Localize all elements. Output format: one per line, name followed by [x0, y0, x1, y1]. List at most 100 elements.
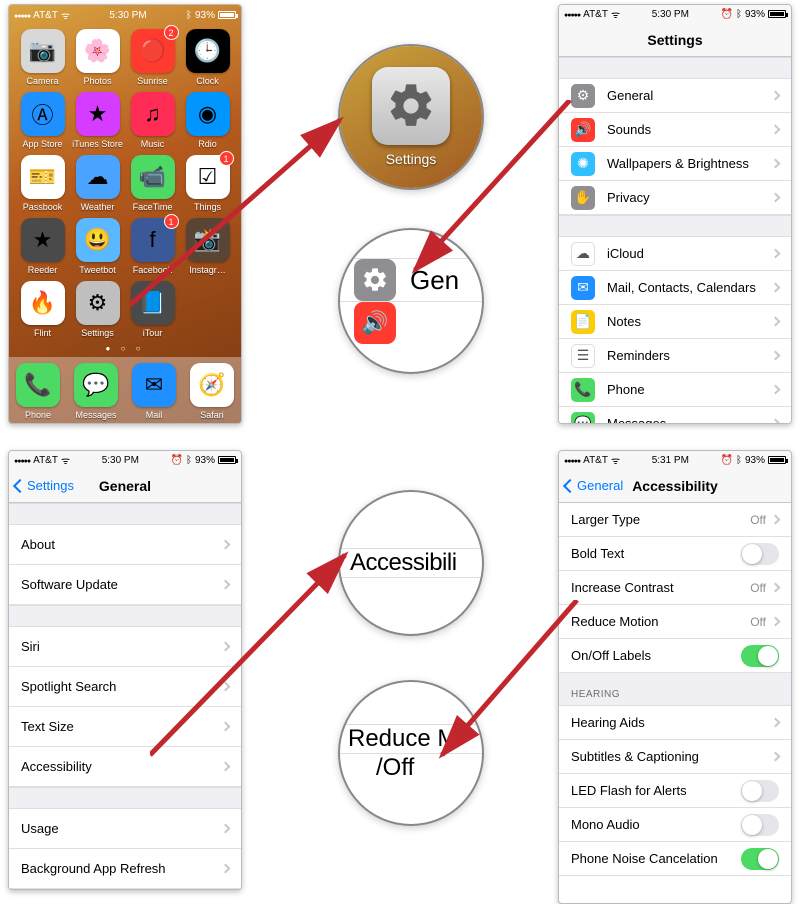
app-passbook[interactable]: 🎫Passbook	[17, 155, 68, 212]
row-label: Phone	[607, 382, 772, 397]
settings-row-phone[interactable]: 📞Phone	[559, 373, 791, 407]
dock-app-safari[interactable]: 🧭Safari	[190, 363, 234, 420]
settings-row-icloud[interactable]: ☁iCloud	[559, 237, 791, 271]
magnifier-general-row: Gen 🔊	[338, 228, 484, 374]
settings-row-wallpapers-brightness[interactable]: ✺Wallpapers & Brightness	[559, 147, 791, 181]
app-icon: ☑1	[186, 155, 230, 199]
row-about[interactable]: About	[9, 525, 241, 565]
chevron-icon	[771, 283, 781, 293]
row-spotlight-search[interactable]: Spotlight Search	[9, 667, 241, 707]
row-siri[interactable]: Siri	[9, 627, 241, 667]
row-increase-contrast[interactable]: Increase ContrastOff	[559, 571, 791, 605]
status-bar: AT&T ᯤ 5:30 PM ⏰ ᛒ 93%	[559, 5, 791, 23]
app-itunesstore[interactable]: ★iTunes Store	[72, 92, 123, 149]
badge: 1	[219, 151, 234, 166]
row-subtitles-captioning[interactable]: Subtitles & Captioning	[559, 740, 791, 774]
dock-app-phone[interactable]: 📞Phone	[16, 363, 60, 420]
app-facetime[interactable]: 📹FaceTime	[127, 155, 178, 212]
dock-app-messages[interactable]: 💬Messages	[74, 363, 118, 420]
wifi-icon: ᯤ	[61, 453, 70, 467]
settings-row-messages[interactable]: 💬Messages	[559, 407, 791, 424]
row-background-app-refresh[interactable]: Background App Refresh	[9, 849, 241, 889]
row-bold-text[interactable]: Bold Text	[559, 537, 791, 571]
app-itour[interactable]: 📘iTour	[127, 281, 178, 338]
badge: 1	[164, 214, 179, 229]
app-photos[interactable]: 🌸Photos	[72, 29, 123, 86]
app-rdio[interactable]: ◉Rdio	[182, 92, 233, 149]
toggle[interactable]	[741, 848, 779, 870]
chevron-icon	[221, 580, 231, 590]
toggle[interactable]	[741, 780, 779, 802]
app-settings[interactable]: ⚙Settings	[72, 281, 123, 338]
settings-row-general[interactable]: ⚙General	[559, 79, 791, 113]
app-label: Flint	[34, 328, 51, 338]
row-icon: ☰	[571, 344, 595, 368]
battery-icon	[768, 456, 786, 464]
nav-title: Settings	[647, 32, 702, 48]
row-label: Spotlight Search	[21, 679, 222, 694]
app-label: Rdio	[198, 139, 217, 149]
row-on-off-labels[interactable]: On/Off Labels	[559, 639, 791, 673]
status-bar: AT&T ᯤ 5:30 PM ᛒ 93%	[9, 5, 241, 23]
row-text-size[interactable]: Text Size	[9, 707, 241, 747]
app-icon: f1	[131, 218, 175, 262]
app-instagr[interactable]: 📸Instagr…	[182, 218, 233, 275]
row-larger-type[interactable]: Larger TypeOff	[559, 503, 791, 537]
app-weather[interactable]: ☁Weather	[72, 155, 123, 212]
back-button[interactable]: Settings	[15, 478, 74, 493]
row-reduce-motion[interactable]: Reduce MotionOff	[559, 605, 791, 639]
chevron-icon	[771, 159, 781, 169]
nav-title: Accessibility	[632, 478, 718, 494]
app-label: Facebook	[133, 265, 173, 275]
dock-app-mail[interactable]: ✉Mail	[132, 363, 176, 420]
row-phone-noise-cancelation[interactable]: Phone Noise Cancelation	[559, 842, 791, 876]
row-value: Off	[750, 581, 766, 595]
toggle[interactable]	[741, 814, 779, 836]
row-software-update[interactable]: Software Update	[9, 565, 241, 605]
app-reeder[interactable]: ★Reeder	[17, 218, 68, 275]
app-facebook[interactable]: f1 Facebook	[127, 218, 178, 275]
back-button[interactable]: General	[565, 478, 623, 493]
row-label: Siri	[21, 639, 222, 654]
app-appstore[interactable]: ⒶApp Store	[17, 92, 68, 149]
app-clock[interactable]: 🕒Clock	[182, 29, 233, 86]
chevron-icon	[221, 824, 231, 834]
app-icon: 📹	[131, 155, 175, 199]
toggle[interactable]	[741, 645, 779, 667]
app-camera[interactable]: 📷Camera	[17, 29, 68, 86]
settings-row-reminders[interactable]: ☰Reminders	[559, 339, 791, 373]
app-label: Clock	[196, 76, 219, 86]
magnifier-label: Reduce M	[348, 725, 457, 753]
chevron-icon	[221, 864, 231, 874]
status-bar: AT&T ᯤ 5:31 PM ⏰ ᛒ 93%	[559, 451, 791, 469]
app-tweetbot[interactable]: 😃Tweetbot	[72, 218, 123, 275]
app-things[interactable]: ☑1Things	[182, 155, 233, 212]
row-led-flash-for-alerts[interactable]: LED Flash for Alerts	[559, 774, 791, 808]
status-time: 5:30 PM	[109, 10, 146, 21]
page-dots[interactable]: ● ○ ○	[9, 344, 241, 353]
app-label: Settings	[81, 328, 114, 338]
app-flint[interactable]: 🔥Flint	[17, 281, 68, 338]
signal-icon	[14, 455, 30, 466]
app-music[interactable]: ♫Music	[127, 92, 178, 149]
row-mono-audio[interactable]: Mono Audio	[559, 808, 791, 842]
settings-row-mail-contacts-calendars[interactable]: ✉Mail, Contacts, Calendars	[559, 271, 791, 305]
app-label: iTour	[143, 328, 163, 338]
app-icon: 😃	[76, 218, 120, 262]
app-icon: 🎫	[21, 155, 65, 199]
app-sunrise[interactable]: 🔴2Sunrise	[127, 29, 178, 86]
row-hearing-aids[interactable]: Hearing Aids	[559, 706, 791, 740]
chevron-icon	[771, 193, 781, 203]
row-usage[interactable]: Usage	[9, 809, 241, 849]
settings-row-notes[interactable]: 📄Notes	[559, 305, 791, 339]
wifi-icon: ᯤ	[611, 7, 620, 21]
app-icon: ★	[76, 92, 120, 136]
settings-row-privacy[interactable]: ✋Privacy	[559, 181, 791, 215]
back-label: General	[577, 478, 623, 493]
row-accessibility[interactable]: Accessibility	[9, 747, 241, 787]
settings-row-sounds[interactable]: 🔊Sounds	[559, 113, 791, 147]
hearing-header: HEARING	[559, 673, 791, 706]
toggle[interactable]	[741, 543, 779, 565]
status-time: 5:30 PM	[652, 9, 689, 20]
chevron-icon	[771, 317, 781, 327]
